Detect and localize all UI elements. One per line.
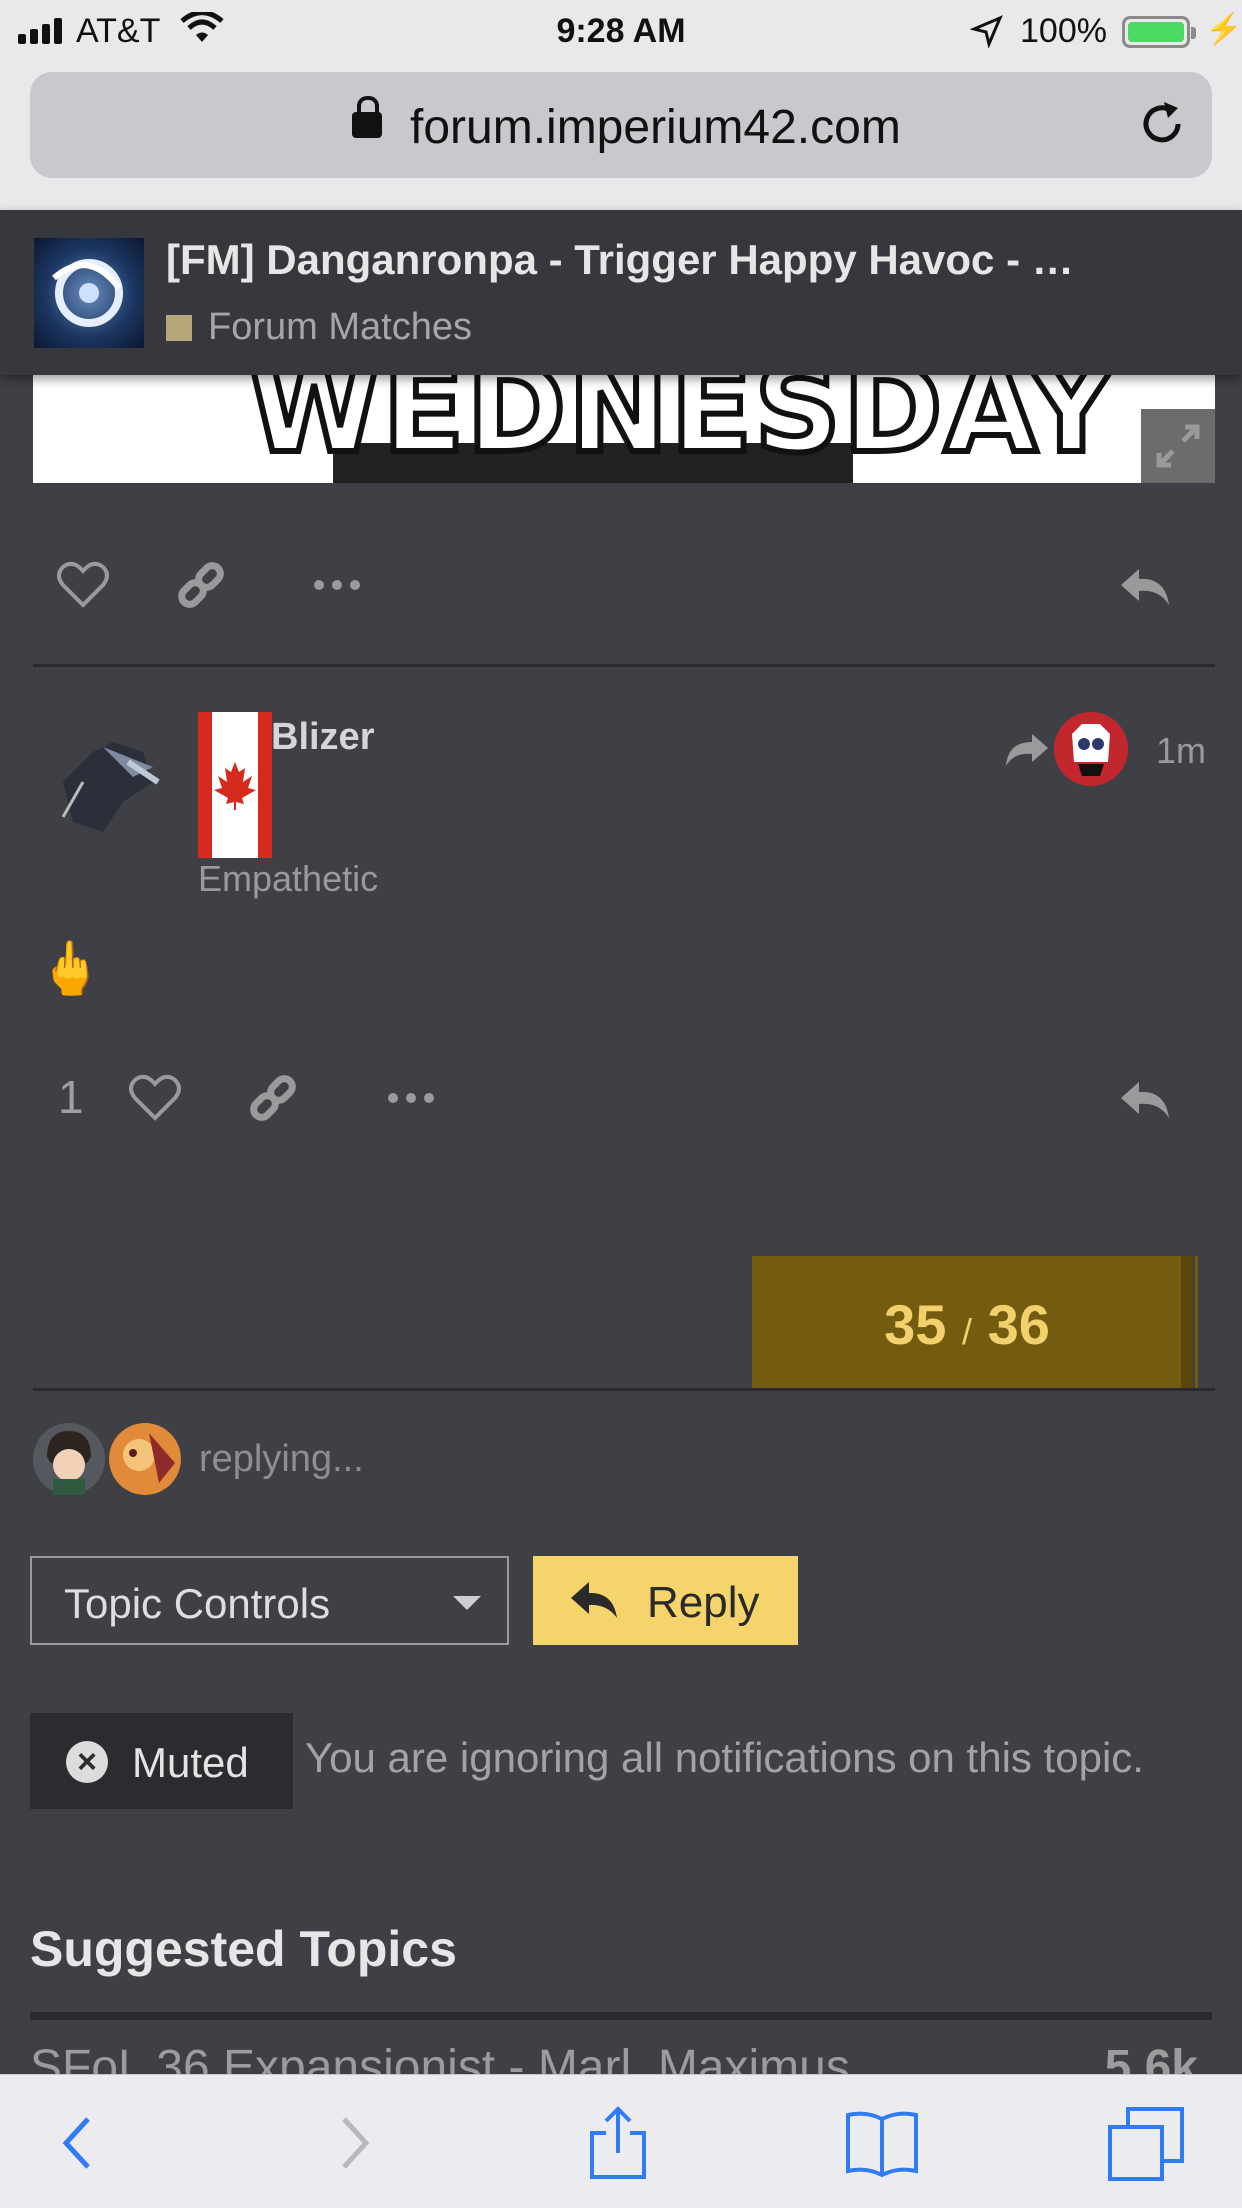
battery-icon <box>1122 16 1196 48</box>
like-count[interactable]: 1 <box>58 1070 84 1124</box>
post-body: 🖕 <box>38 940 103 998</box>
post-image[interactable]: WEDNESDAY <box>33 375 1215 483</box>
reply-button[interactable]: Reply <box>533 1556 798 1645</box>
post-timestamp[interactable]: 1m <box>1156 730 1206 772</box>
category-color-swatch <box>166 314 192 341</box>
user-avatar[interactable] <box>33 722 173 852</box>
lock-icon <box>352 96 382 138</box>
replying-indicator: replying... <box>33 1422 364 1496</box>
notification-description: You are ignoring all notifications on th… <box>305 1734 1144 1781</box>
reload-icon[interactable] <box>1134 96 1190 152</box>
address-bar[interactable]: forum.imperium42.com <box>30 72 1212 178</box>
progress-current: 35 <box>884 1293 947 1356</box>
back-icon[interactable] <box>40 2105 120 2181</box>
suggested-divider <box>30 2012 1212 2020</box>
close-circle-icon: × <box>66 1741 108 1783</box>
more-options-icon[interactable] <box>307 555 367 615</box>
browser-toolbar <box>0 2074 1242 2208</box>
location-arrow-icon <box>969 14 1004 57</box>
image-text: WEDNESDAY <box>245 375 1118 483</box>
post-divider <box>33 664 1215 667</box>
charging-bolt-icon: ⚡ <box>1205 13 1242 46</box>
replying-user-avatar[interactable] <box>33 1423 105 1495</box>
topic-title[interactable]: [FM] Danganronpa - Trigger Happy Havoc -… <box>166 236 1074 284</box>
battery-percentage: 100% <box>1020 12 1107 50</box>
like-heart-icon[interactable] <box>125 1068 185 1128</box>
category-badge[interactable]: Forum Matches <box>166 306 472 349</box>
progress-text: 35 / 36 <box>752 1292 1182 1357</box>
notification-level-button[interactable]: × Muted <box>30 1713 293 1809</box>
url-text: forum.imperium42.com <box>410 101 901 154</box>
tabs-icon[interactable] <box>1106 2105 1186 2181</box>
suggested-topics-heading: Suggested Topics <box>30 1921 457 1977</box>
replying-text: replying... <box>199 1437 364 1480</box>
category-name: Forum Matches <box>208 306 472 348</box>
topic-end-divider <box>33 1388 1215 1391</box>
status-bar: AT&T 9:28 AM 100% ⚡ <box>0 0 1242 62</box>
topic-progress[interactable]: 35 / 36 <box>752 1256 1198 1388</box>
post-actions: 1 <box>33 1058 1215 1138</box>
notification-level-label: Muted <box>132 1739 249 1786</box>
replying-user-avatar[interactable] <box>109 1423 181 1495</box>
chevron-down-icon <box>453 1596 481 1610</box>
reply-to-arrow-icon[interactable] <box>1004 730 1050 770</box>
site-logo[interactable] <box>34 238 144 348</box>
topic-controls-dropdown[interactable]: Topic Controls <box>30 1556 509 1645</box>
browser-url-area: forum.imperium42.com <box>0 62 1242 210</box>
like-heart-icon[interactable] <box>53 555 113 615</box>
canada-flag <box>198 712 272 858</box>
reply-to-user-avatar[interactable] <box>1054 712 1128 786</box>
more-options-icon[interactable] <box>381 1068 441 1128</box>
topic-header: [FM] Danganronpa - Trigger Happy Havoc -… <box>0 210 1242 375</box>
progress-total: 36 <box>987 1293 1050 1356</box>
post-actions <box>33 545 1215 625</box>
bookmarks-icon[interactable] <box>842 2105 922 2181</box>
reply-icon <box>569 1578 619 1622</box>
link-icon[interactable] <box>171 555 231 615</box>
reply-button-label: Reply <box>647 1578 760 1627</box>
expand-image-icon[interactable] <box>1141 409 1215 483</box>
user-title: Empathetic <box>198 858 379 899</box>
share-icon[interactable] <box>578 2105 658 2181</box>
link-icon[interactable] <box>243 1068 303 1128</box>
reply-icon[interactable] <box>1115 1068 1175 1128</box>
post-username[interactable]: Blizer <box>271 716 374 759</box>
reply-icon[interactable] <box>1115 555 1175 615</box>
progress-separator: / <box>961 1311 972 1352</box>
forward-icon[interactable] <box>312 2105 392 2181</box>
topic-controls-label: Topic Controls <box>64 1580 331 1627</box>
